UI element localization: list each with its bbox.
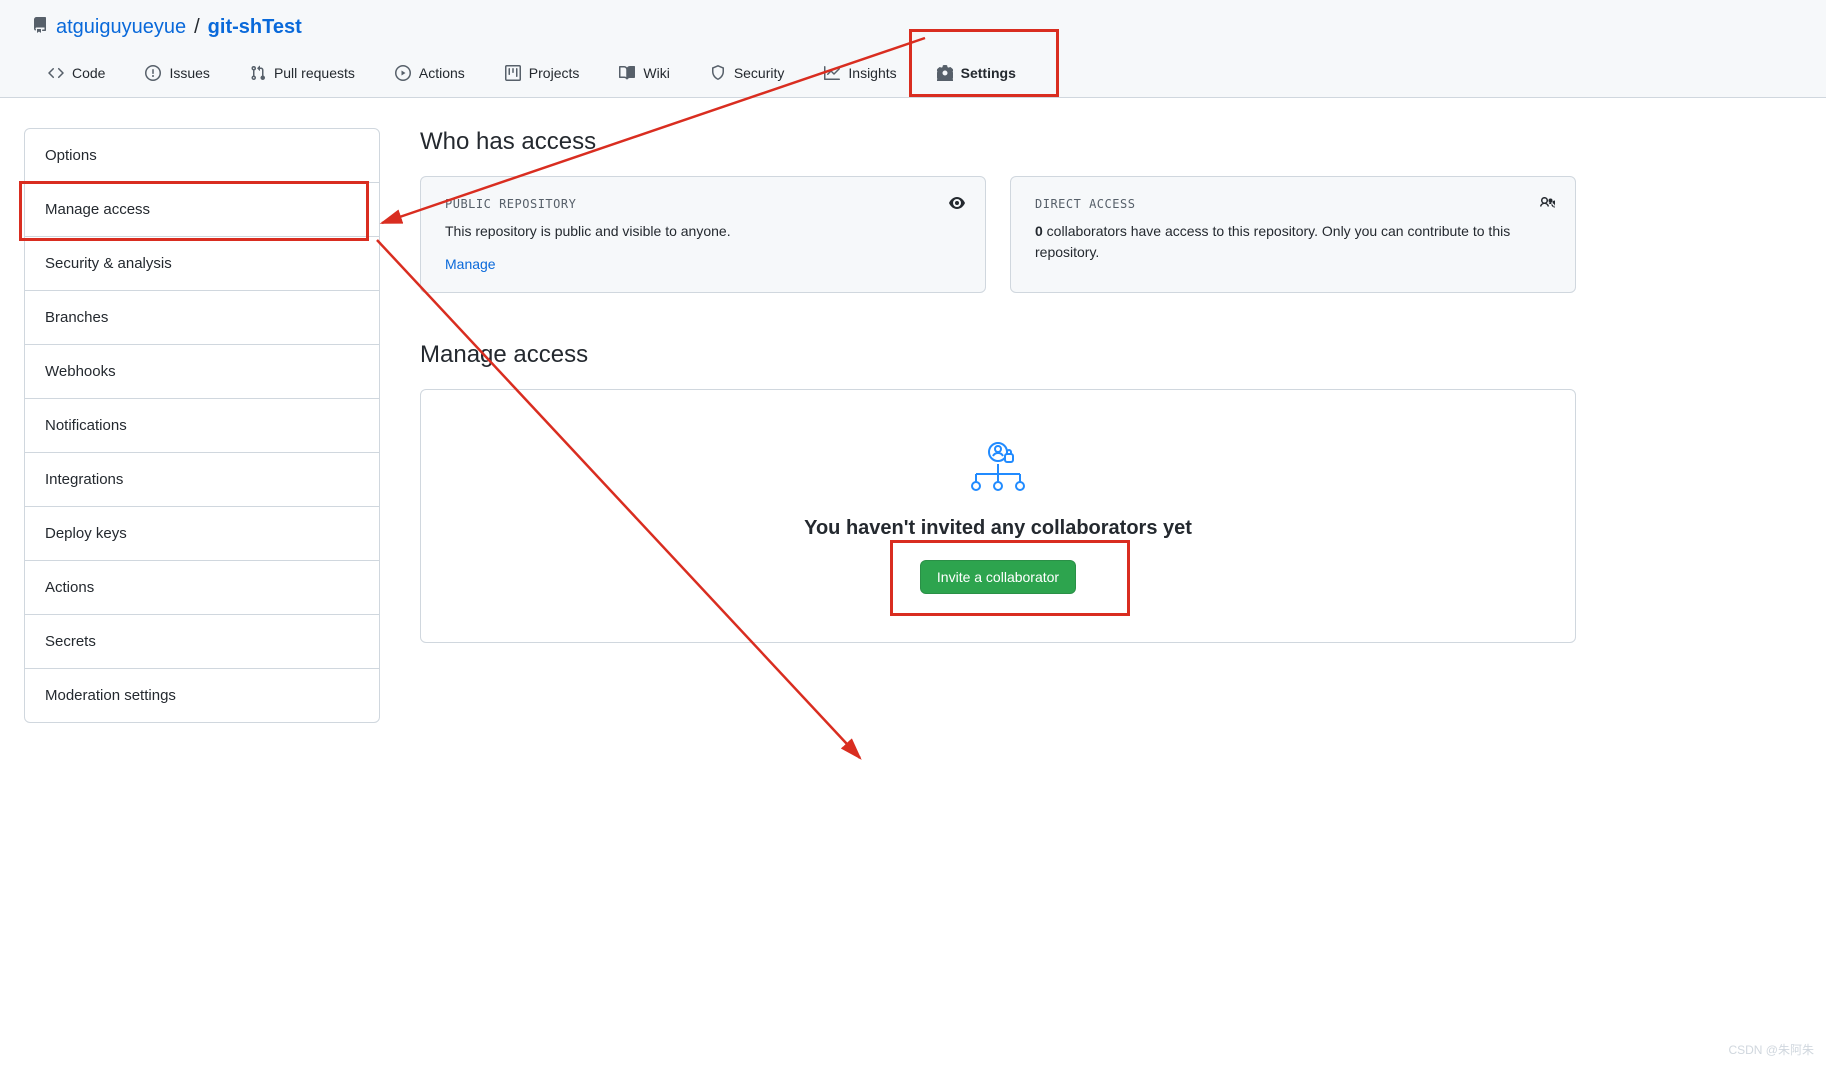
breadcrumb: atguiguyueyue / git-shTest xyxy=(32,16,1794,39)
collaborator-count: 0 xyxy=(1035,223,1043,239)
sidebar-item-webhooks[interactable]: Webhooks xyxy=(25,345,379,399)
sidebar-item-security-analysis[interactable]: Security & analysis xyxy=(25,237,379,291)
breadcrumb-repo[interactable]: git-shTest xyxy=(208,16,302,39)
project-icon xyxy=(505,65,521,81)
tab-security[interactable]: Security xyxy=(694,57,801,97)
tab-insights[interactable]: Insights xyxy=(808,57,912,97)
people-icon xyxy=(1539,195,1555,214)
sidebar-item-deploy-keys[interactable]: Deploy keys xyxy=(25,507,379,561)
tab-projects-label: Projects xyxy=(529,65,580,81)
sidebar-item-options[interactable]: Options xyxy=(25,129,379,183)
tab-settings-label: Settings xyxy=(961,65,1016,81)
book-icon xyxy=(619,65,635,81)
sidebar-item-actions[interactable]: Actions xyxy=(25,561,379,615)
sidebar-item-secrets[interactable]: Secrets xyxy=(25,615,379,669)
tab-security-label: Security xyxy=(734,65,785,81)
pull-request-icon xyxy=(250,65,266,81)
settings-sidebar: Options Manage access Security & analysi… xyxy=(24,128,380,723)
public-card-text: This repository is public and visible to… xyxy=(445,221,961,242)
direct-card-text: 0 collaborators have access to this repo… xyxy=(1035,221,1551,263)
tab-issues[interactable]: Issues xyxy=(129,57,225,97)
annotation-box-settings xyxy=(909,29,1059,97)
play-icon xyxy=(395,65,411,81)
eye-icon xyxy=(949,195,965,214)
direct-card-title: DIRECT ACCESS xyxy=(1035,197,1551,211)
tab-actions[interactable]: Actions xyxy=(379,57,481,97)
breadcrumb-owner[interactable]: atguiguyueyue xyxy=(56,16,186,39)
manage-link[interactable]: Manage xyxy=(445,256,496,272)
who-has-access-heading: Who has access xyxy=(420,128,1576,156)
empty-heading: You haven't invited any collaborators ye… xyxy=(804,517,1192,540)
tab-actions-label: Actions xyxy=(419,65,465,81)
direct-access-card: DIRECT ACCESS 0 collaborators have acces… xyxy=(1010,176,1576,293)
watermark: CSDN @朱阿朱 xyxy=(1728,1041,1814,1058)
tab-issues-label: Issues xyxy=(169,65,209,81)
manage-access-box: You haven't invited any collaborators ye… xyxy=(420,389,1576,643)
manage-access-heading: Manage access xyxy=(420,341,1576,369)
sidebar-item-manage-access[interactable]: Manage access xyxy=(25,183,379,237)
tab-settings[interactable]: Settings xyxy=(921,57,1032,97)
sidebar-item-moderation-settings[interactable]: Moderation settings xyxy=(25,669,379,722)
tab-wiki-label: Wiki xyxy=(643,65,669,81)
shield-icon xyxy=(710,65,726,81)
tab-projects[interactable]: Projects xyxy=(489,57,596,97)
collaborators-illustration-icon xyxy=(966,438,1030,497)
tab-insights-label: Insights xyxy=(848,65,896,81)
graph-icon xyxy=(824,65,840,81)
main-panel: Who has access PUBLIC REPOSITORY This re… xyxy=(420,128,1576,723)
nav-tabs: Code Issues Pull requests Actions Projec… xyxy=(32,57,1794,97)
tab-code[interactable]: Code xyxy=(32,57,121,97)
issue-icon xyxy=(145,65,161,81)
tab-wiki[interactable]: Wiki xyxy=(603,57,685,97)
tab-code-label: Code xyxy=(72,65,105,81)
tab-pr-label: Pull requests xyxy=(274,65,355,81)
code-icon xyxy=(48,65,64,81)
repo-header: atguiguyueyue / git-shTest Code Issues P… xyxy=(0,0,1826,98)
sidebar-item-branches[interactable]: Branches xyxy=(25,291,379,345)
sidebar-item-notifications[interactable]: Notifications xyxy=(25,399,379,453)
invite-collaborator-button[interactable]: Invite a collaborator xyxy=(920,560,1076,594)
tab-pull-requests[interactable]: Pull requests xyxy=(234,57,371,97)
gear-icon xyxy=(937,65,953,81)
repo-icon xyxy=(32,16,48,39)
sidebar-item-integrations[interactable]: Integrations xyxy=(25,453,379,507)
breadcrumb-sep: / xyxy=(194,16,200,39)
access-cards: PUBLIC REPOSITORY This repository is pub… xyxy=(420,176,1576,293)
public-card-title: PUBLIC REPOSITORY xyxy=(445,197,961,211)
public-repo-card: PUBLIC REPOSITORY This repository is pub… xyxy=(420,176,986,293)
